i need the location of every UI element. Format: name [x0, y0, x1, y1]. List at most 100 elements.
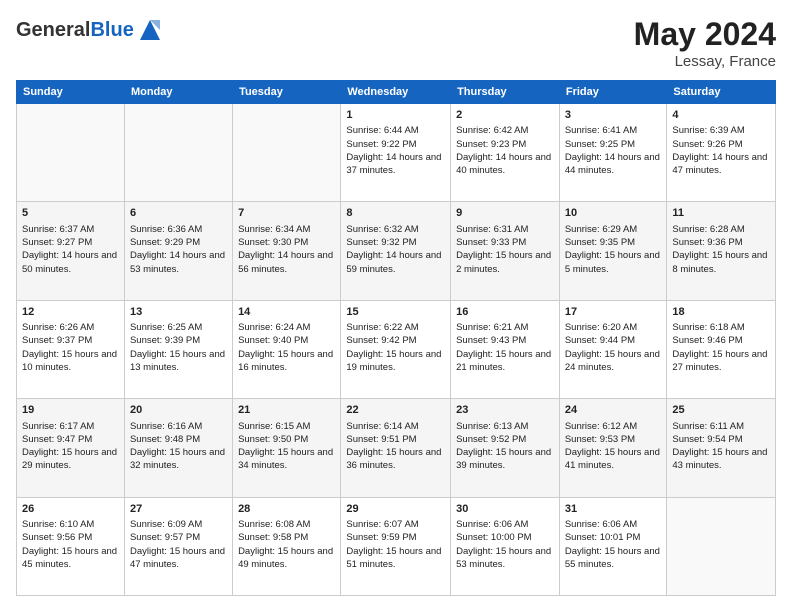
- day-number: 19: [22, 403, 119, 418]
- calendar-week-row: 1Sunrise: 6:44 AM Sunset: 9:22 PM Daylig…: [17, 104, 776, 202]
- calendar-cell: 27Sunrise: 6:09 AM Sunset: 9:57 PM Dayli…: [124, 497, 232, 595]
- day-number: 2: [456, 108, 554, 123]
- calendar-cell: [17, 104, 125, 202]
- day-number: 16: [456, 305, 554, 320]
- calendar-cell: 15Sunrise: 6:22 AM Sunset: 9:42 PM Dayli…: [341, 300, 451, 398]
- calendar-cell: 11 Sunrise: 6:28 AM Sunset: 9:36 PM Dayli…: [667, 202, 776, 300]
- title-block: May 2024 Lessay, France: [634, 16, 776, 70]
- day-info: Sunrise: 6:31 AM Sunset: 9:33 PM Dayligh…: [456, 223, 554, 276]
- day-info: Sunrise: 6:16 AM Sunset: 9:48 PM Dayligh…: [130, 420, 227, 473]
- calendar-week-row: 12Sunrise: 6:26 AM Sunset: 9:37 PM Dayli…: [17, 300, 776, 398]
- day-number: 20: [130, 403, 227, 418]
- day-number: 11: [672, 206, 770, 221]
- weekday-header-monday: Monday: [124, 81, 232, 104]
- calendar-cell: [667, 497, 776, 595]
- calendar-cell: 10 Sunrise: 6:29 AM Sunset: 9:35 PM Dayli…: [559, 202, 667, 300]
- day-number: 10: [565, 206, 662, 221]
- day-number: 5: [22, 206, 119, 221]
- calendar-cell: [124, 104, 232, 202]
- weekday-header-tuesday: Tuesday: [233, 81, 341, 104]
- calendar-cell: 5 Sunrise: 6:37 AM Sunset: 9:27 PM Daylig…: [17, 202, 125, 300]
- day-info: Sunrise: 6:06 AM Sunset: 10:00 PM Daylig…: [456, 518, 554, 571]
- logo-general-text: General: [16, 19, 90, 41]
- calendar-header-row: SundayMondayTuesdayWednesdayThursdayFrid…: [17, 81, 776, 104]
- calendar-cell: 17Sunrise: 6:20 AM Sunset: 9:44 PM Dayli…: [559, 300, 667, 398]
- calendar-cell: 26Sunrise: 6:10 AM Sunset: 9:56 PM Dayli…: [17, 497, 125, 595]
- weekday-header-thursday: Thursday: [451, 81, 560, 104]
- day-info: Sunrise: 6:20 AM Sunset: 9:44 PM Dayligh…: [565, 321, 662, 374]
- calendar-cell: 18Sunrise: 6:18 AM Sunset: 9:46 PM Dayli…: [667, 300, 776, 398]
- calendar-cell: 14Sunrise: 6:24 AM Sunset: 9:40 PM Dayli…: [233, 300, 341, 398]
- calendar-cell: 31Sunrise: 6:06 AM Sunset: 10:01 PM Dayl…: [559, 497, 667, 595]
- day-info: Sunrise: 6:08 AM Sunset: 9:58 PM Dayligh…: [238, 518, 335, 571]
- calendar-cell: 2Sunrise: 6:42 AM Sunset: 9:23 PM Daylig…: [451, 104, 560, 202]
- day-info: Sunrise: 6:06 AM Sunset: 10:01 PM Daylig…: [565, 518, 662, 571]
- day-info: Sunrise: 6:41 AM Sunset: 9:25 PM Dayligh…: [565, 124, 662, 177]
- calendar-cell: 16Sunrise: 6:21 AM Sunset: 9:43 PM Dayli…: [451, 300, 560, 398]
- day-info: Sunrise: 6:39 AM Sunset: 9:26 PM Dayligh…: [672, 124, 770, 177]
- day-number: 9: [456, 206, 554, 221]
- calendar-week-row: 26Sunrise: 6:10 AM Sunset: 9:56 PM Dayli…: [17, 497, 776, 595]
- day-number: 22: [346, 403, 445, 418]
- calendar-cell: 4Sunrise: 6:39 AM Sunset: 9:26 PM Daylig…: [667, 104, 776, 202]
- calendar-cell: 25 Sunrise: 6:11 AM Sunset: 9:54 PM Dayli…: [667, 399, 776, 497]
- day-info: Sunrise: 6:07 AM Sunset: 9:59 PM Dayligh…: [346, 518, 445, 571]
- page: GeneralBlue May 2024 Lessay, France Sund…: [0, 0, 792, 612]
- calendar-cell: 9 Sunrise: 6:31 AM Sunset: 9:33 PM Daylig…: [451, 202, 560, 300]
- day-info: Sunrise: 6:25 AM Sunset: 9:39 PM Dayligh…: [130, 321, 227, 374]
- logo-blue-text: Blue: [90, 19, 133, 41]
- calendar-week-row: 19Sunrise: 6:17 AM Sunset: 9:47 PM Dayli…: [17, 399, 776, 497]
- day-info: Sunrise: 6:34 AM Sunset: 9:30 PM Dayligh…: [238, 223, 335, 276]
- day-number: 24: [565, 403, 662, 418]
- weekday-header-friday: Friday: [559, 81, 667, 104]
- calendar-cell: 8 Sunrise: 6:32 AM Sunset: 9:32 PM Daylig…: [341, 202, 451, 300]
- calendar-cell: 21Sunrise: 6:15 AM Sunset: 9:50 PM Dayli…: [233, 399, 341, 497]
- day-info: Sunrise: 6:09 AM Sunset: 9:57 PM Dayligh…: [130, 518, 227, 571]
- day-info: Sunrise: 6:36 AM Sunset: 9:29 PM Dayligh…: [130, 223, 227, 276]
- weekday-header-wednesday: Wednesday: [341, 81, 451, 104]
- calendar-cell: 29Sunrise: 6:07 AM Sunset: 9:59 PM Dayli…: [341, 497, 451, 595]
- day-number: 6: [130, 206, 227, 221]
- day-number: 8: [346, 206, 445, 221]
- calendar-cell: 28Sunrise: 6:08 AM Sunset: 9:58 PM Dayli…: [233, 497, 341, 595]
- title-month: May 2024: [634, 16, 776, 53]
- day-number: 13: [130, 305, 227, 320]
- calendar-cell: 7Sunrise: 6:34 AM Sunset: 9:30 PM Daylig…: [233, 202, 341, 300]
- calendar-cell: 12Sunrise: 6:26 AM Sunset: 9:37 PM Dayli…: [17, 300, 125, 398]
- calendar-cell: 19Sunrise: 6:17 AM Sunset: 9:47 PM Dayli…: [17, 399, 125, 497]
- header: GeneralBlue May 2024 Lessay, France: [16, 16, 776, 70]
- calendar-cell: 3Sunrise: 6:41 AM Sunset: 9:25 PM Daylig…: [559, 104, 667, 202]
- day-info: Sunrise: 6:21 AM Sunset: 9:43 PM Dayligh…: [456, 321, 554, 374]
- day-number: 15: [346, 305, 445, 320]
- day-info: Sunrise: 6:10 AM Sunset: 9:56 PM Dayligh…: [22, 518, 119, 571]
- title-location: Lessay, France: [634, 53, 776, 70]
- calendar-cell: 13Sunrise: 6:25 AM Sunset: 9:39 PM Dayli…: [124, 300, 232, 398]
- day-info: Sunrise: 6:37 AM Sunset: 9:27 PM Dayligh…: [22, 223, 119, 276]
- calendar-cell: 20 Sunrise: 6:16 AM Sunset: 9:48 PM Dayli…: [124, 399, 232, 497]
- day-info: Sunrise: 6:11 AM Sunset: 9:54 PM Dayligh…: [672, 420, 770, 473]
- day-number: 18: [672, 305, 770, 320]
- day-number: 25: [672, 403, 770, 418]
- day-info: Sunrise: 6:14 AM Sunset: 9:51 PM Dayligh…: [346, 420, 445, 473]
- day-number: 14: [238, 305, 335, 320]
- calendar-table: SundayMondayTuesdayWednesdayThursdayFrid…: [16, 80, 776, 596]
- calendar-cell: 23Sunrise: 6:13 AM Sunset: 9:52 PM Dayli…: [451, 399, 560, 497]
- day-info: Sunrise: 6:26 AM Sunset: 9:37 PM Dayligh…: [22, 321, 119, 374]
- calendar-cell: 1Sunrise: 6:44 AM Sunset: 9:22 PM Daylig…: [341, 104, 451, 202]
- day-info: Sunrise: 6:32 AM Sunset: 9:32 PM Dayligh…: [346, 223, 445, 276]
- day-number: 28: [238, 502, 335, 517]
- day-number: 12: [22, 305, 119, 320]
- day-number: 3: [565, 108, 662, 123]
- day-number: 23: [456, 403, 554, 418]
- calendar-cell: 22 Sunrise: 6:14 AM Sunset: 9:51 PM Dayli…: [341, 399, 451, 497]
- day-info: Sunrise: 6:44 AM Sunset: 9:22 PM Dayligh…: [346, 124, 445, 177]
- day-number: 30: [456, 502, 554, 517]
- day-info: Sunrise: 6:42 AM Sunset: 9:23 PM Dayligh…: [456, 124, 554, 177]
- calendar-cell: 24 Sunrise: 6:12 AM Sunset: 9:53 PM Dayli…: [559, 399, 667, 497]
- day-info: Sunrise: 6:18 AM Sunset: 9:46 PM Dayligh…: [672, 321, 770, 374]
- day-info: Sunrise: 6:28 AM Sunset: 9:36 PM Dayligh…: [672, 223, 770, 276]
- day-info: Sunrise: 6:12 AM Sunset: 9:53 PM Dayligh…: [565, 420, 662, 473]
- day-info: Sunrise: 6:29 AM Sunset: 9:35 PM Dayligh…: [565, 223, 662, 276]
- day-number: 4: [672, 108, 770, 123]
- day-info: Sunrise: 6:24 AM Sunset: 9:40 PM Dayligh…: [238, 321, 335, 374]
